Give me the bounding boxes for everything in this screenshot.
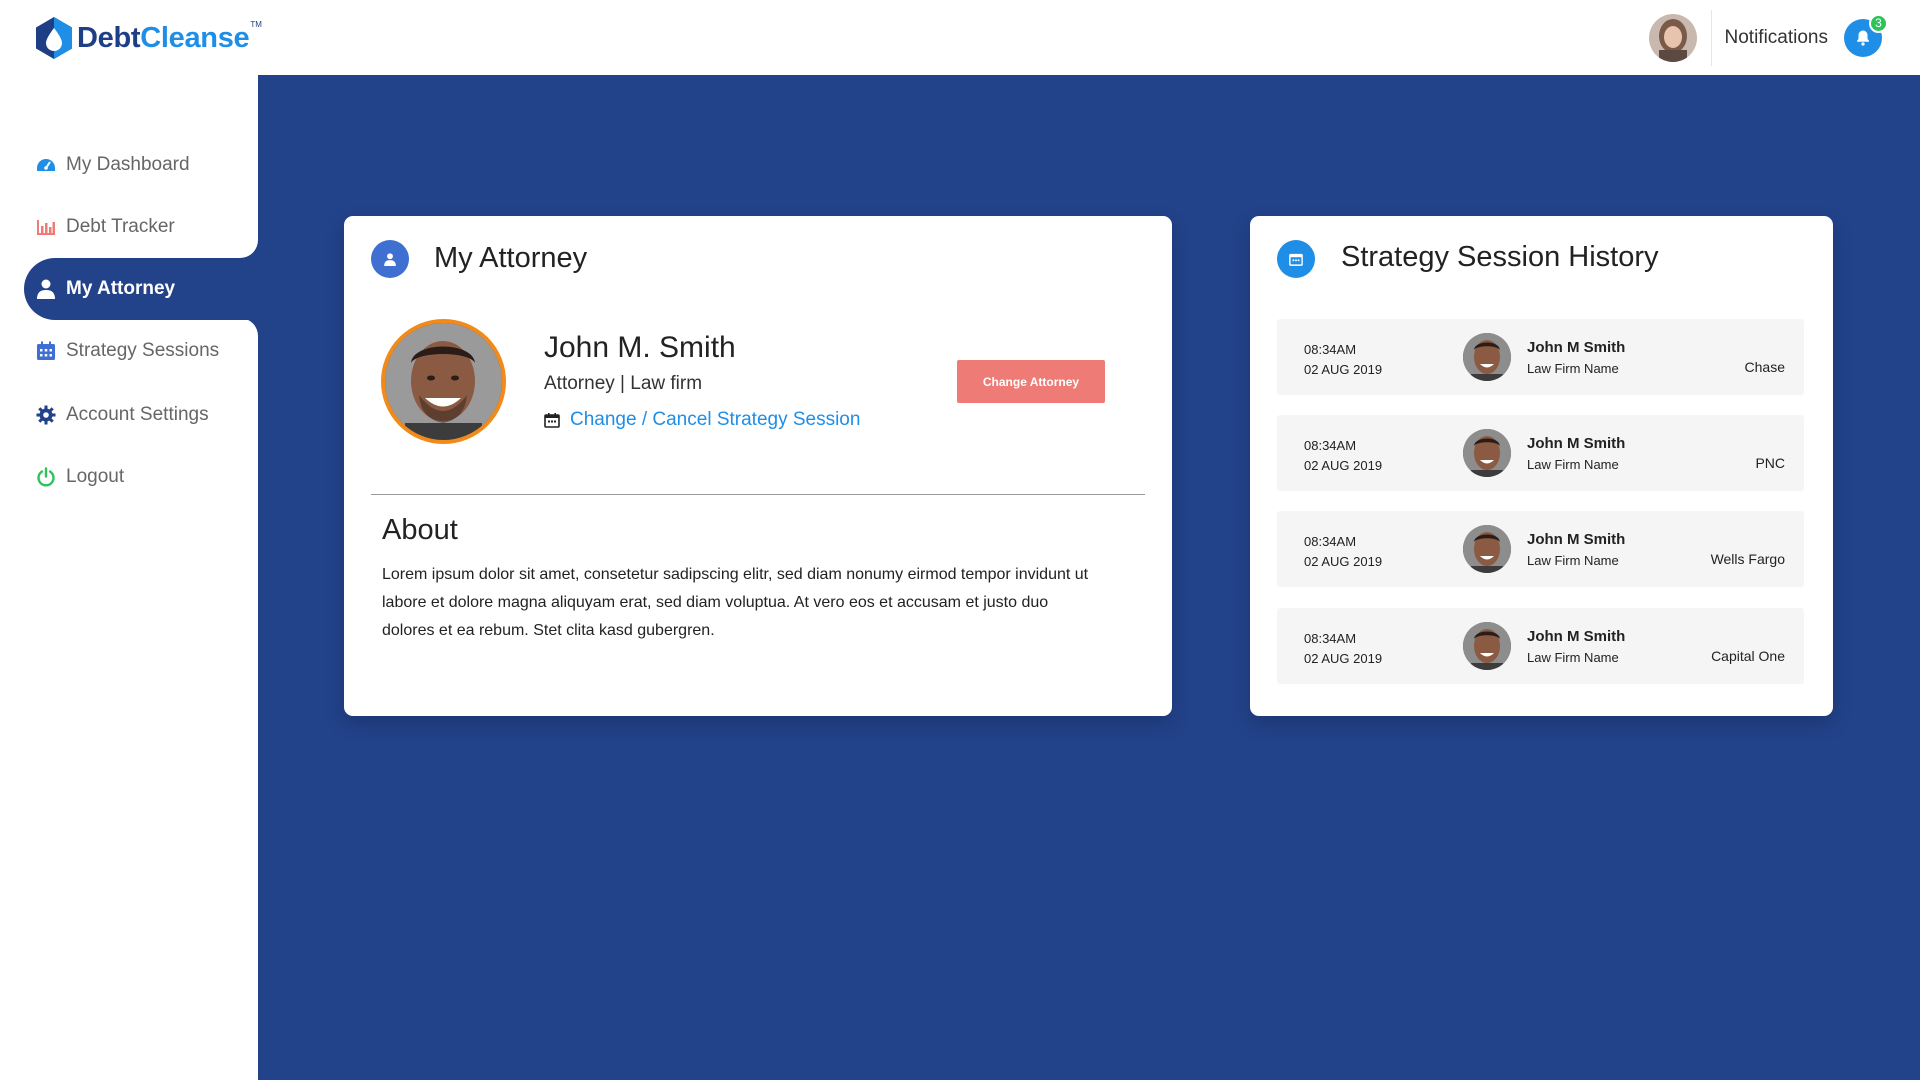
history-calendar-icon (1277, 240, 1315, 278)
sidebar-item-label: Logout (66, 466, 125, 487)
attorney-name: John M Smith (1527, 435, 1626, 452)
about-heading: About (382, 514, 458, 546)
user-icon (35, 278, 57, 300)
session-time: 08:34AM (1304, 534, 1357, 549)
session-date: 02 AUG 2019 (1304, 651, 1383, 666)
law-firm-name: Law Firm Name (1527, 361, 1619, 376)
brand-logo[interactable]: DebtCleanse TM (34, 16, 262, 60)
attorney-user-icon (371, 240, 409, 278)
user-avatar[interactable] (1648, 13, 1697, 62)
top-header: DebtCleanse TM Notifications 3 (0, 0, 1920, 75)
attorney-avatar (1463, 429, 1511, 477)
sidebar-item-label: My Dashboard (66, 154, 190, 175)
law-firm-name: Law Firm Name (1527, 457, 1619, 472)
attorney-photo (381, 319, 506, 444)
notifications-button[interactable]: 3 (1844, 13, 1888, 57)
attorney-name: John M Smith (1527, 339, 1626, 356)
session-time: 08:34AM (1304, 631, 1357, 646)
law-firm-name: Law Firm Name (1527, 553, 1619, 568)
creditor-name: Capital One (1711, 648, 1785, 664)
header-divider (1710, 9, 1712, 66)
gear-icon (35, 404, 57, 426)
strategy-session-history-card: Strategy Session History 08:34AM 02 AUG … (1250, 216, 1833, 716)
session-history-row[interactable]: 08:34AM 02 AUG 2019 John M Smith Law Fir… (1277, 608, 1804, 684)
link-label: Change / Cancel Strategy Session (570, 409, 861, 430)
section-divider (371, 494, 1145, 495)
attorney-avatar (1463, 525, 1511, 573)
creditor-name: Wells Fargo (1710, 551, 1785, 567)
sidebar-item-account-settings[interactable]: Account Settings (24, 384, 258, 446)
card-title: My Attorney (434, 242, 588, 274)
sidebar-item-my-dashboard[interactable]: My Dashboard (24, 134, 258, 196)
sidebar-item-label: My Attorney (66, 278, 176, 299)
session-time: 08:34AM (1304, 342, 1357, 357)
session-date: 02 AUG 2019 (1304, 362, 1383, 377)
session-date: 02 AUG 2019 (1304, 554, 1383, 569)
my-attorney-card: My Attorney John M. Smith Attorney | Law… (344, 216, 1172, 716)
calendar-icon (544, 413, 560, 428)
notification-count-badge: 3 (1869, 13, 1888, 33)
trademark-mark: TM (250, 19, 262, 29)
logo-hexagon-drop-icon (36, 17, 72, 59)
attorney-role: Attorney | Law firm (544, 373, 703, 394)
creditor-name: Chase (1744, 359, 1785, 375)
sidebar-item-debt-tracker[interactable]: Debt Tracker (24, 196, 258, 258)
power-icon (35, 466, 57, 488)
attorney-avatar (1463, 622, 1511, 670)
change-cancel-session-link[interactable]: Change / Cancel Strategy Session (544, 409, 860, 431)
attorney-name: John M Smith (1527, 628, 1626, 645)
sidebar-item-label: Account Settings (66, 404, 209, 425)
brand-name: DebtCleanse (77, 21, 250, 54)
dashboard-gauge-icon (35, 154, 57, 176)
attorney-name: John M. Smith (544, 331, 736, 364)
creditor-name: PNC (1755, 455, 1785, 471)
session-history-row[interactable]: 08:34AM 02 AUG 2019 John M Smith Law Fir… (1277, 511, 1804, 587)
sidebar-item-strategy-sessions[interactable]: Strategy Sessions (24, 320, 258, 382)
sidebar-item-my-attorney[interactable]: My Attorney (24, 258, 258, 320)
session-history-row[interactable]: 08:34AM 02 AUG 2019 John M Smith Law Fir… (1277, 319, 1804, 395)
calendar-icon (35, 340, 57, 362)
law-firm-name: Law Firm Name (1527, 650, 1619, 665)
bar-chart-icon (35, 216, 57, 238)
session-date: 02 AUG 2019 (1304, 458, 1383, 473)
attorney-name: John M Smith (1527, 531, 1626, 548)
sidebar-item-label: Debt Tracker (66, 216, 175, 237)
session-time: 08:34AM (1304, 438, 1357, 453)
change-attorney-button[interactable]: Change Attorney (957, 360, 1105, 403)
about-text: Lorem ipsum dolor sit amet, consetetur s… (382, 566, 1089, 639)
sidebar-item-label: Strategy Sessions (66, 340, 220, 361)
sidebar-item-logout[interactable]: Logout (24, 446, 258, 508)
bell-icon (1857, 30, 1869, 46)
session-history-row[interactable]: 08:34AM 02 AUG 2019 John M Smith Law Fir… (1277, 415, 1804, 491)
card-title: Strategy Session History (1341, 241, 1659, 273)
attorney-avatar (1463, 333, 1511, 381)
notifications-label[interactable]: Notifications (1725, 27, 1829, 49)
